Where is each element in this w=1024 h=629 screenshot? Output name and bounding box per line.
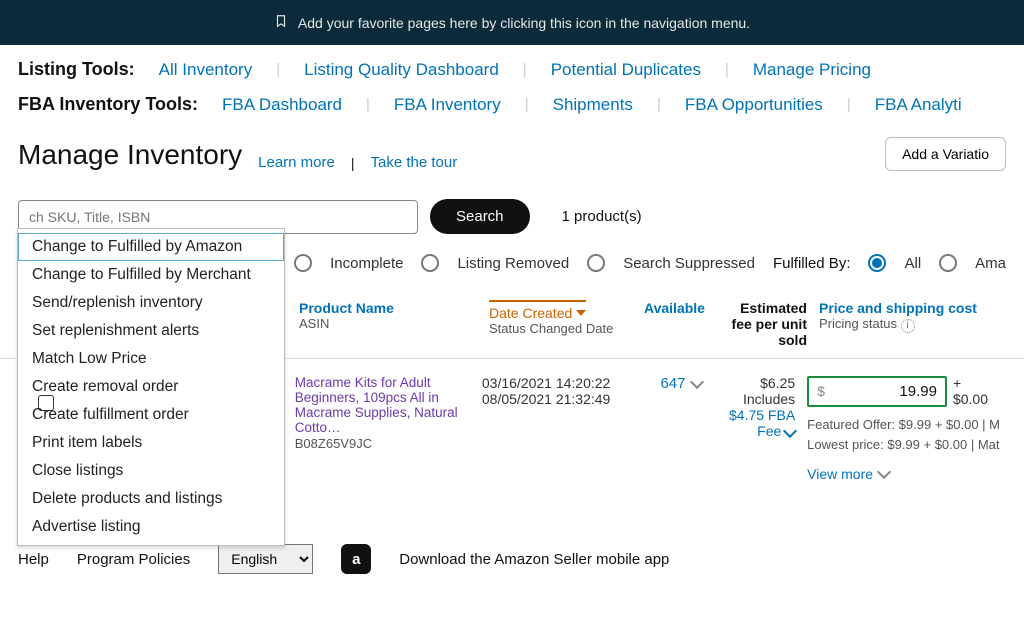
listing-tools-label: Listing Tools: (18, 59, 135, 80)
action-dropdown[interactable]: Change to Fulfilled by Amazon Change to … (17, 228, 285, 546)
shipping-cost: + $0.00 (953, 375, 1000, 407)
add-variation-button[interactable]: Add a Variatio (885, 137, 1006, 171)
fee-includes: Includes (714, 391, 796, 407)
fba-tools-label: FBA Inventory Tools: (18, 94, 198, 115)
product-name-link[interactable]: Macrame Kits for Adult Beginners, 109pcs… (295, 375, 470, 435)
dd-fulfilled-amazon[interactable]: Change to Fulfilled by Amazon (18, 233, 284, 261)
language-select[interactable]: English (218, 544, 313, 574)
radio-listing-removed[interactable] (421, 254, 439, 272)
search-row: Search 1 product(s) (0, 171, 1024, 234)
page-title-row: Manage Inventory Learn more | Take the t… (0, 115, 1024, 171)
help-link[interactable]: Help (18, 551, 49, 568)
topbar: Add your favorite pages here by clicking… (0, 0, 1024, 45)
link-listing-quality[interactable]: Listing Quality Dashboard (304, 60, 499, 80)
radio-incomplete[interactable] (294, 254, 312, 272)
dd-create-fulfillment-order[interactable]: Create fulfillment order (18, 401, 284, 429)
col-date-sub: Status Changed Date (489, 321, 632, 336)
link-fba-inventory[interactable]: FBA Inventory (394, 95, 501, 115)
radio-search-suppressed[interactable] (587, 254, 605, 272)
fee-link[interactable]: Fee (757, 423, 795, 439)
col-price[interactable]: Price and shipping cost (819, 300, 977, 316)
dd-replenishment-alerts[interactable]: Set replenishment alerts (18, 317, 284, 345)
col-product-name[interactable]: Product Name (299, 300, 394, 316)
col-available[interactable]: Available (644, 300, 705, 316)
product-asin: B08Z65V9JC (295, 436, 372, 451)
dd-fulfilled-merchant[interactable]: Change to Fulfilled by Merchant (18, 261, 284, 289)
search-button[interactable]: Search (430, 199, 530, 234)
app-icon: a (341, 544, 371, 574)
dd-delete-products[interactable]: Delete products and listings (18, 485, 284, 513)
dd-match-low-price[interactable]: Match Low Price (18, 345, 284, 373)
radio-fulfilled-all[interactable] (868, 254, 886, 272)
fulfilled-by-label: Fulfilled By: (773, 255, 851, 272)
chevron-down-icon (783, 424, 797, 438)
lowest-price: Lowest price: $9.99 + $0.00 | Mat (807, 435, 1000, 455)
fba-tools-row: FBA Inventory Tools: FBA Dashboard| FBA … (0, 80, 1024, 115)
dd-send-replenish[interactable]: Send/replenish inventory (18, 289, 284, 317)
link-shipments[interactable]: Shipments (553, 95, 633, 115)
link-fba-analytics[interactable]: FBA Analyti (875, 95, 962, 115)
listing-tools-row: Listing Tools: All Inventory| Listing Qu… (0, 45, 1024, 80)
date-created: 03/16/2021 14:20:22 (482, 375, 623, 391)
col-fee: Estimated fee per unit sold (732, 300, 807, 348)
chevron-down-icon (877, 465, 891, 479)
fee-fba[interactable]: $4.75 FBA (729, 407, 795, 423)
bookmark-icon (274, 14, 288, 31)
view-more-link[interactable]: View more (807, 466, 889, 482)
take-tour-link[interactable]: Take the tour (371, 154, 458, 171)
link-fba-opportunities[interactable]: FBA Opportunities (685, 95, 823, 115)
learn-more-link[interactable]: Learn more (258, 154, 335, 171)
link-fba-dashboard[interactable]: FBA Dashboard (222, 95, 342, 115)
info-icon[interactable]: i (901, 319, 915, 333)
dd-print-item-labels[interactable]: Print item labels (18, 429, 284, 457)
dd-advertise-listing[interactable]: Advertise listing (18, 513, 284, 541)
product-count: 1 product(s) (562, 208, 642, 225)
footer-row: Help Program Policies English a Download… (0, 538, 1024, 592)
download-app-link[interactable]: Download the Amazon Seller mobile app (399, 551, 669, 568)
page-title: Manage Inventory (18, 139, 242, 171)
date-changed: 08/05/2021 21:32:49 (482, 391, 623, 407)
link-all-inventory[interactable]: All Inventory (159, 60, 253, 80)
fee-amount: $6.25 (714, 375, 796, 391)
chevron-down-icon (689, 374, 703, 388)
link-manage-pricing[interactable]: Manage Pricing (753, 60, 871, 80)
radio-fulfilled-amazon[interactable] (939, 254, 957, 272)
col-price-sub: Pricing status i (819, 316, 1000, 333)
available-value[interactable]: 647 (660, 375, 701, 392)
link-potential-duplicates[interactable]: Potential Duplicates (551, 60, 701, 80)
policies-link[interactable]: Program Policies (77, 551, 190, 568)
price-input[interactable]: $ 19.99 (807, 376, 947, 407)
caret-down-icon (576, 310, 586, 316)
col-product-sub: ASIN (299, 316, 477, 331)
featured-offer: Featured Offer: $9.99 + $0.00 | M (807, 415, 1000, 435)
dd-create-removal-order[interactable]: Create removal order (18, 373, 284, 401)
topbar-text: Add your favorite pages here by clicking… (298, 15, 750, 31)
col-date-created[interactable]: Date Created (489, 300, 586, 321)
dd-close-listings[interactable]: Close listings (18, 457, 284, 485)
